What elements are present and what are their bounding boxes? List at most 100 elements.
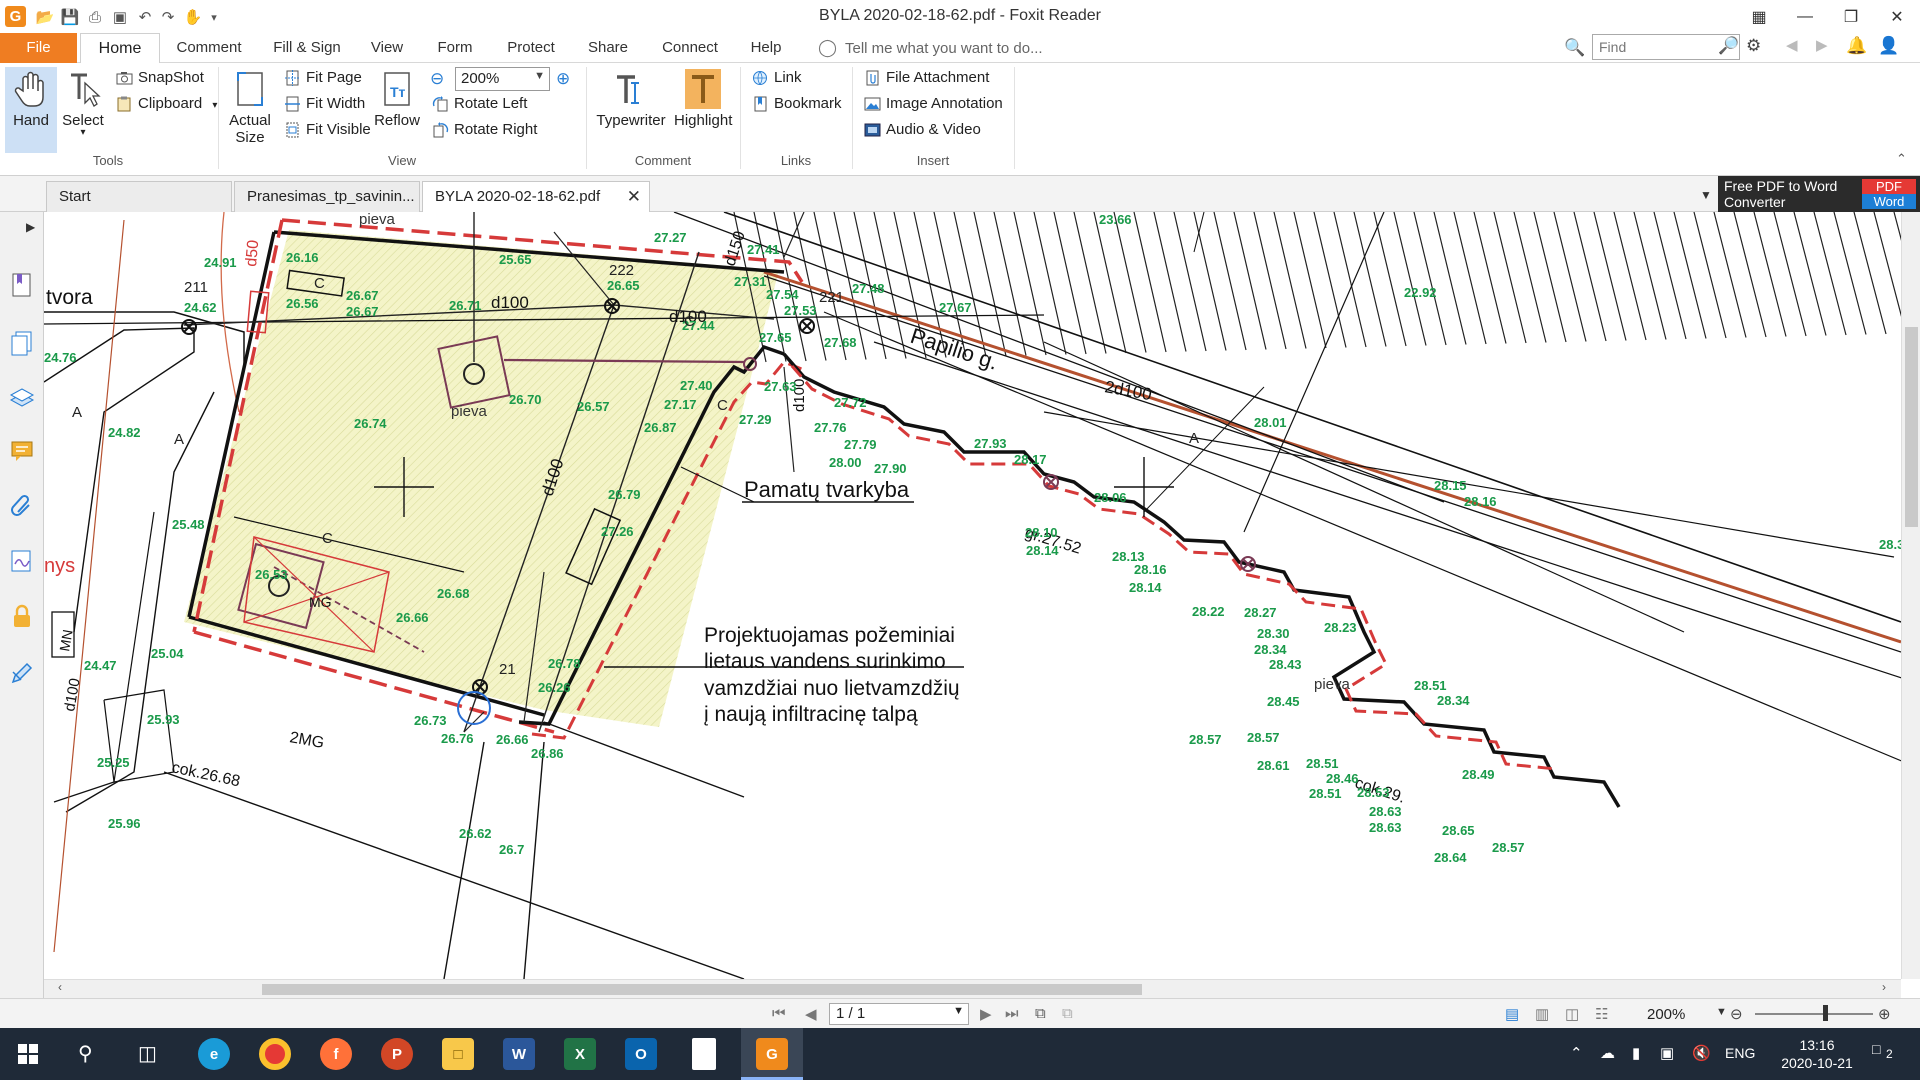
notification-bell-icon[interactable]: 🔔 [1846,36,1867,56]
vertical-scrollbar[interactable] [1901,212,1920,979]
continuous-view-icon[interactable]: ▥ [1535,1005,1549,1023]
layers-panel-icon[interactable] [9,384,35,410]
excel-icon[interactable]: X [564,1038,596,1070]
user-account-icon[interactable]: 👤 [1878,36,1899,56]
network-icon[interactable]: ▣ [1660,1044,1674,1062]
next-view-icon[interactable]: ⧉ [1062,1005,1073,1022]
link-button[interactable]: Link [750,67,802,89]
single-page-view-icon[interactable]: ▤ [1505,1005,1519,1023]
tab-form[interactable]: Form [428,33,482,63]
file-explorer-icon[interactable]: □ [442,1038,474,1070]
zoom-level-status[interactable]: 200% [1647,1006,1685,1023]
search-icon[interactable]: 🔎 [1718,36,1739,56]
continuous-facing-view-icon[interactable]: ☷ [1595,1005,1608,1023]
action-center-button[interactable]: □ 2 [1872,1041,1900,1065]
facing-view-icon[interactable]: ◫ [1565,1005,1579,1023]
forward-arrow-icon[interactable]: ▶ [1816,36,1828,54]
pages-panel-icon[interactable] [9,330,35,356]
security-lock-icon[interactable] [9,604,35,630]
edge-icon[interactable]: e [198,1038,230,1070]
previous-view-icon[interactable]: ⧉ [1035,1005,1046,1022]
windows-start-icon[interactable] [18,1044,38,1064]
tab-comment[interactable]: Comment [166,33,252,63]
word-icon[interactable]: W [503,1038,535,1070]
file-attachment-button[interactable]: File Attachment [862,67,989,89]
previous-page-icon[interactable]: ◀ [805,1005,817,1023]
zoom-level-dropdown-icon[interactable]: ▼ [1716,1006,1727,1018]
scroll-left-icon[interactable]: ‹ [58,980,62,994]
snapshot-button[interactable]: SnapShot [114,67,204,89]
expand-panel-icon[interactable]: ▶ [26,220,35,234]
close-button[interactable]: ✕ [1874,0,1920,33]
scroll-right-icon[interactable]: › [1882,980,1886,994]
powerpoint-icon[interactable]: P [381,1038,413,1070]
rotate-right-button[interactable]: Rotate Right [430,119,537,141]
tab-list-dropdown-icon[interactable]: ▼ [1700,188,1712,202]
onedrive-cloud-icon[interactable]: ☁ [1600,1044,1615,1062]
reflow-button[interactable]: Tт Reflow [372,67,422,147]
comments-panel-icon[interactable] [9,438,35,464]
battery-icon[interactable]: ▮ [1632,1044,1640,1062]
fit-width-button[interactable]: Fit Width [282,93,365,115]
select-button[interactable]: Select ▾ [61,67,105,147]
foxit-taskbar-button[interactable]: G [741,1028,803,1080]
task-view-icon[interactable]: ◫ [138,1041,157,1066]
audio-video-button[interactable]: Audio & Video [862,119,981,141]
tab-home[interactable]: Home [80,33,160,64]
close-tab-icon[interactable]: ✕ [627,182,641,212]
tab-fill-sign[interactable]: Fill & Sign [265,33,349,63]
input-language[interactable]: ENG [1725,1045,1755,1061]
outlook-icon[interactable]: O [625,1038,657,1070]
tab-byla[interactable]: BYLA 2020-02-18-62.pdf ✕ [422,181,650,212]
pdf-page-view[interactable]: tvora Papilio g. Pamatų tvarkyba Projekt… [44,212,1901,979]
zoom-out-icon[interactable]: ⊖ [430,69,444,89]
chrome-icon[interactable] [259,1038,291,1070]
zoom-slider-handle[interactable] [1823,1005,1828,1021]
attachments-panel-icon[interactable] [9,494,35,520]
firefox-icon[interactable]: f [320,1038,352,1070]
tab-file[interactable]: File [0,33,77,63]
tab-view[interactable]: View [362,33,412,63]
content-edit-icon[interactable] [9,660,35,686]
tell-me-search[interactable]: Tell me what you want to do... [845,40,1043,57]
tab-protect[interactable]: Protect [500,33,562,63]
volume-muted-icon[interactable]: 🔇 [1692,1044,1711,1062]
tab-connect[interactable]: Connect [654,33,726,63]
last-page-icon[interactable]: ⏭ [1005,1005,1019,1022]
signatures-panel-icon[interactable] [9,548,35,574]
horizontal-scrollbar[interactable]: ‹ › [44,979,1901,998]
zoom-out-status-icon[interactable]: ⊖ [1730,1005,1743,1023]
collapse-ribbon-icon[interactable]: ⌃ [1896,151,1907,167]
zoom-in-icon[interactable]: ⊕ [556,69,570,89]
bookmark-button[interactable]: Bookmark [750,93,842,115]
tab-help[interactable]: Help [744,33,788,63]
clock[interactable]: 13:16 2020-10-21 [1772,1036,1862,1072]
highlight-button[interactable]: Highlight [674,67,732,147]
zoom-select[interactable]: 200% ▼ [455,67,550,91]
hand-button[interactable]: Hand [5,67,57,153]
find-options-icon[interactable]: 🔍 [1564,38,1585,58]
document-icon[interactable] [692,1038,716,1070]
tab-share[interactable]: Share [580,33,636,63]
settings-gear-icon[interactable]: ⚙ [1746,36,1761,56]
actual-size-button[interactable]: Actual Size [226,67,274,147]
zoom-slider[interactable] [1755,1013,1873,1015]
zoom-in-status-icon[interactable]: ⊕ [1878,1005,1891,1023]
typewriter-button[interactable]: Typewriter [594,67,668,147]
pdf-to-word-promo[interactable]: Free PDF to Word Converter PDF Word [1718,176,1920,212]
back-arrow-icon[interactable]: ◀ [1786,36,1798,54]
fit-page-button[interactable]: Fit Page [282,67,362,89]
ribbon-display-icon[interactable]: ▦ [1736,0,1782,33]
tab-start[interactable]: Start [46,181,232,212]
vertical-scroll-thumb[interactable] [1905,327,1918,527]
bookmarks-panel-icon[interactable] [9,272,35,298]
fit-visible-button[interactable]: Fit Visible [282,119,371,141]
minimize-button[interactable]: — [1782,0,1828,33]
image-annotation-button[interactable]: Image Annotation [862,93,1003,115]
next-page-icon[interactable]: ▶ [980,1005,992,1023]
show-hidden-icons[interactable]: ⌃ [1570,1044,1583,1062]
search-icon[interactable]: ⚲ [78,1041,93,1066]
tab-pranesimas[interactable]: Pranesimas_tp_savinin... [234,181,420,212]
horizontal-scroll-thumb[interactable] [262,984,1142,995]
first-page-icon[interactable]: ⏮ [772,1005,786,1022]
